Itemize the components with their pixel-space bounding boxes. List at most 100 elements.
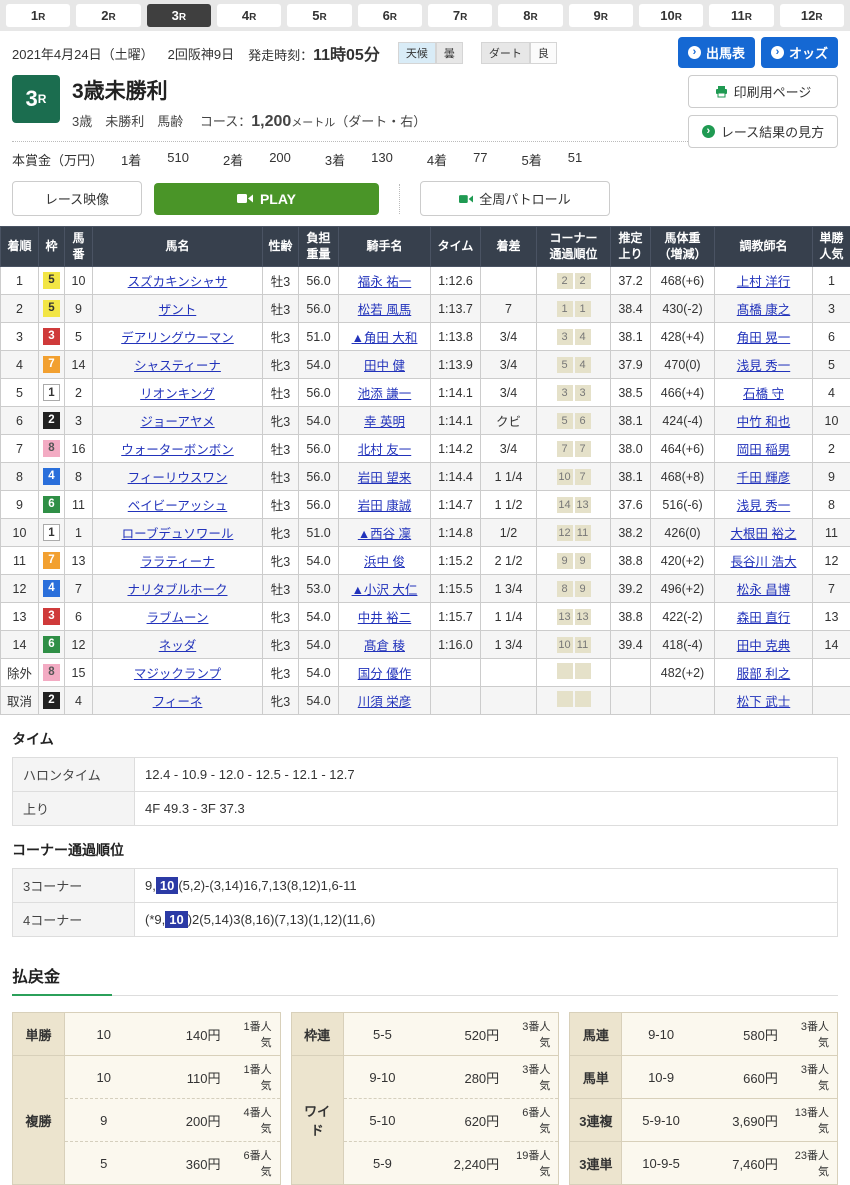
last-3f-time: 38.4 [611,295,651,323]
jockey-link[interactable]: 国分 優作 [358,667,411,681]
jockey-link[interactable]: 髙倉 稜 [364,639,405,653]
corner-position-box: 13 [575,609,591,625]
trainer-link[interactable]: 森田 直行 [737,611,790,625]
trainer-link[interactable]: 浅見 秀一 [737,359,790,373]
horse-name-link[interactable]: ウォーターボンボン [121,443,234,457]
jockey-link[interactable]: 岩田 康誠 [358,499,411,513]
trainer-cell: 岡田 稲男 [715,435,813,463]
jockey-link[interactable]: 中井 裕二 [358,611,411,625]
horse-name-link[interactable]: ベイビーアッシュ [128,499,228,513]
horse-name-link[interactable]: ローブデュソワール [122,527,234,541]
margin: 1 3/4 [481,631,537,659]
horse-weight: 424(-4) [651,407,715,435]
payout-combination: 10-9-5 [622,1142,700,1185]
horse-name-link[interactable]: デアリングウーマン [121,331,234,345]
horse-name-link[interactable]: ネッダ [159,639,197,653]
jockey-link[interactable]: 田中 健 [364,359,405,373]
horse-name-link[interactable]: リオンキング [140,387,215,401]
horse-name-link[interactable]: スズカキンシャサ [128,275,228,289]
jockey-link[interactable]: 松若 風馬 [358,303,411,317]
jockey-cell: 岩田 康誠 [339,491,431,519]
race-tab-4r[interactable]: 4R [217,4,281,27]
payout-combination: 5 [65,1142,143,1185]
trainer-link[interactable]: 上村 洋行 [737,275,790,289]
trainer-link[interactable]: 松下 武士 [737,695,790,709]
payout-amount: 3,690円 [700,1099,786,1142]
jockey-link[interactable]: ▲小沢 大仁 [352,583,418,597]
trainer-link[interactable]: 長谷川 浩大 [731,555,797,569]
race-tab-11r[interactable]: 11R [709,4,773,27]
results-header-cell: 単勝 人気 [813,227,850,267]
results-guide-button[interactable]: › レース結果の見方 [688,115,838,148]
horse-weight: 418(-4) [651,631,715,659]
horse-name-link[interactable]: フィーリウスワン [128,471,228,485]
jockey-link[interactable]: ▲西谷 凜 [358,527,411,541]
trainer-link[interactable]: 髙橋 康之 [737,303,790,317]
jockey-link[interactable]: 川須 栄彦 [358,695,411,709]
trainer-cell: 髙橋 康之 [715,295,813,323]
horse-name-link[interactable]: ナリタブルホーク [127,583,227,597]
winner-highlight: 10 [156,877,178,894]
race-tab-10r[interactable]: 10R [639,4,703,27]
payout-type-label: 馬連 [570,1013,622,1056]
print-page-button[interactable]: 印刷用ページ [688,75,838,108]
horse-name-link[interactable]: ラブムーン [147,611,209,625]
corner-positions: 56 [537,407,611,435]
horse-name-link[interactable]: シャスティーナ [134,359,221,373]
race-tab-2r[interactable]: 2R [76,4,140,27]
race-tab-5r[interactable]: 5R [287,4,351,27]
race-tab-8r[interactable]: 8R [498,4,562,27]
horse-name-link[interactable]: マジックランプ [134,667,221,681]
jockey-link[interactable]: 池添 謙一 [358,387,411,401]
prize-amount: 51 [568,150,582,169]
entries-button[interactable]: › 出馬表 [678,37,755,68]
race-tab-6r[interactable]: 6R [358,4,422,27]
corner-positions [537,659,611,687]
prize-place: 2着 [223,150,243,169]
race-tab-7r[interactable]: 7R [428,4,492,27]
race-tab-1r[interactable]: 1R [6,4,70,27]
trainer-link[interactable]: 石橋 守 [743,387,784,401]
horse-name-link[interactable]: ララティーナ [140,555,214,569]
race-tab-3r[interactable]: 3R [147,4,211,27]
finish-time: 1:13.8 [431,323,481,351]
time-row-value: 4F 49.3 - 3F 37.3 [135,792,838,826]
corner-row: 3コーナー9,10(5,2)-(3,14)16,7,13(8,12)1,6-11 [13,869,838,903]
full-patrol-button[interactable]: 全周パトロール [420,181,610,216]
trainer-link[interactable]: 松永 昌博 [737,583,790,597]
trainer-link[interactable]: 浅見 秀一 [737,499,790,513]
horse-weight: 470(0) [651,351,715,379]
jockey-link[interactable]: ▲角田 大和 [352,331,418,345]
payout-table: 枠連5-5520円3番人気ワイド9-10280円3番人気5-10620円6番人気… [291,1012,560,1185]
race-video-button[interactable]: レース映像 [12,181,142,216]
payout-popularity: 3番人気 [507,1056,559,1099]
race-tab-9r[interactable]: 9R [569,4,633,27]
play-button[interactable]: PLAY [154,183,379,215]
sex-age: 牡3 [263,491,299,519]
jockey-link[interactable]: 浜中 俊 [364,555,405,569]
trainer-link[interactable]: 中竹 和也 [737,415,790,429]
finish-time: 1:14.4 [431,463,481,491]
trainer-link[interactable]: 田中 克典 [737,639,790,653]
carried-weight: 54.0 [299,687,339,715]
jockey-link[interactable]: 北村 友一 [358,443,411,457]
horse-name-link[interactable]: ザント [159,303,197,317]
odds-button[interactable]: › オッズ [761,37,838,68]
results-header-row: 着順枠馬 番馬名性齢負担 重量騎手名タイム着差コーナー 通過順位推定 上り馬体重… [1,227,850,267]
horse-name-link[interactable]: フィーネ [153,695,203,709]
arrow-circle-icon: › [771,46,784,59]
jockey-link[interactable]: 岩田 望来 [358,471,411,485]
trainer-link[interactable]: 大根田 裕之 [731,527,797,541]
trainer-link[interactable]: 服部 利之 [737,667,790,681]
prize-item: 3着130 [325,150,427,169]
trainer-link[interactable]: 岡田 稲男 [737,443,790,457]
margin: 1 3/4 [481,575,537,603]
jockey-link[interactable]: 福永 祐一 [358,275,411,289]
trainer-link[interactable]: 角田 晃一 [737,331,790,345]
tab-r-suffix: R [675,12,682,23]
jockey-link[interactable]: 幸 英明 [364,415,405,429]
horse-name-link[interactable]: ジョーアヤメ [140,415,214,429]
trainer-link[interactable]: 千田 輝彦 [737,471,790,485]
corner-position-box: 11 [575,525,591,541]
race-tab-12r[interactable]: 12R [780,4,844,27]
